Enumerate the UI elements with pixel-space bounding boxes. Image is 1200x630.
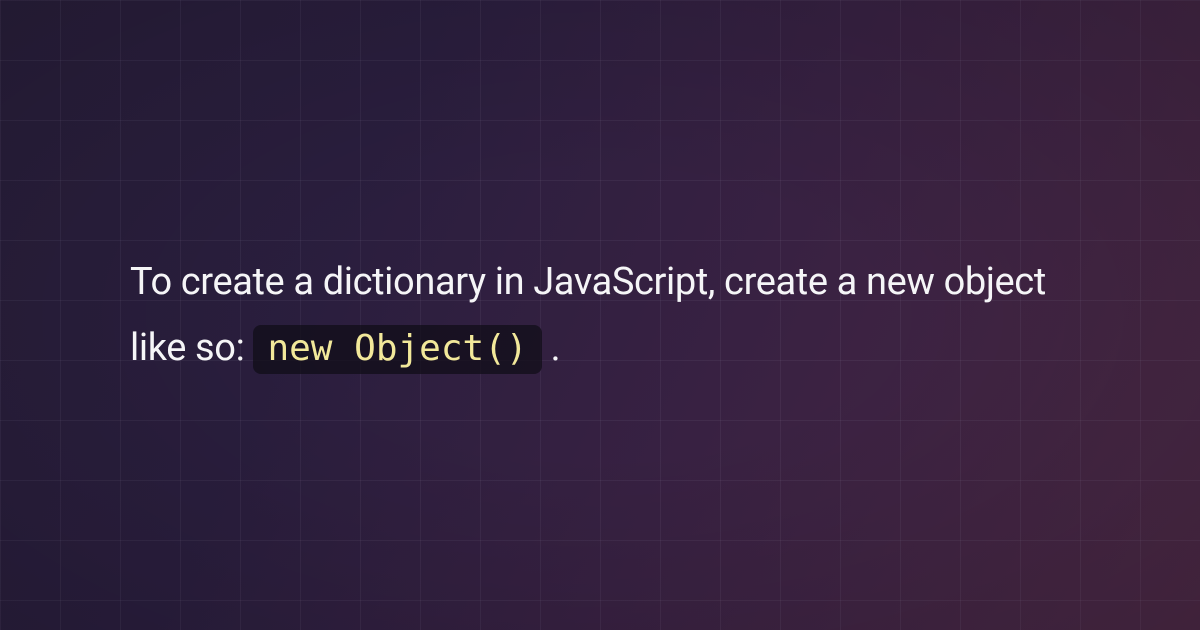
text-suffix: . — [542, 326, 561, 370]
instruction-text: To create a dictionary in JavaScript, cr… — [130, 249, 1070, 382]
code-snippet: new Object() — [253, 325, 541, 374]
content-container: To create a dictionary in JavaScript, cr… — [0, 0, 1200, 630]
